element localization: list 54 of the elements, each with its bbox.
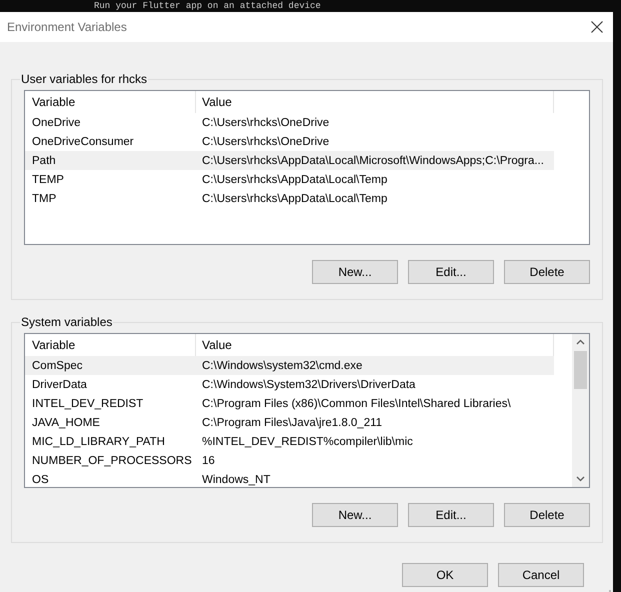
table-row[interactable]: TEMP C:\Users\rhcks\AppData\Local\Temp: [25, 170, 554, 189]
table-row[interactable]: MIC_LD_LIBRARY_PATH %INTEL_DEV_REDIST%compiler\lib\mic: [25, 432, 554, 451]
dialog-button[interactable]: OK: [402, 563, 488, 587]
dialog-button[interactable]: Delete: [504, 260, 590, 284]
table-cell-text: MIC_LD_LIBRARY_PATH: [31, 434, 166, 450]
table-row[interactable]: NUMBER_OF_PROCESSORS 16: [25, 451, 554, 470]
table-cell-text: JAVA_HOME: [31, 416, 101, 430]
column-header[interactable]: Variable: [25, 91, 195, 113]
table-cell-text: TMP: [31, 192, 58, 206]
table-cell-text: C:\Program Files (x86)\Common Files\Intel\Shared Libraries\: [201, 396, 512, 412]
table-row[interactable]: INTEL_DEV_REDIST C:\Program Files (x86)\Common Files\Intel\Shared Libraries\: [25, 394, 554, 413]
scrollbar[interactable]: [572, 334, 589, 487]
table-cell-text: 16: [201, 454, 216, 468]
table-row[interactable]: ComSpec C:\Windows\system32\cmd.exe: [25, 356, 554, 375]
table-cell-text: NUMBER_OF_PROCESSORS: [31, 454, 193, 468]
group-title: User variables for rhcks: [20, 72, 148, 86]
table-cell-text: C:\Windows\system32\cmd.exe: [201, 358, 364, 374]
table-cell-text: C:\Windows\System32\Drivers\DriverData: [201, 378, 416, 392]
close-icon[interactable]: [591, 21, 603, 33]
column-header[interactable]: Variable: [25, 334, 195, 356]
group-title: System variables: [20, 315, 114, 329]
dialog-button[interactable]: New...: [312, 260, 398, 284]
table-cell-text: TEMP: [31, 172, 65, 188]
table-cell-text: OS: [31, 472, 50, 487]
table-row[interactable]: OneDrive C:\Users\rhcks\OneDrive: [25, 113, 554, 132]
table-cell-text: C:\Users\rhcks\AppData\Local\Temp: [201, 172, 388, 188]
table-row[interactable]: TMP C:\Users\rhcks\AppData\Local\Temp: [25, 189, 554, 208]
table-cell-text: INTEL_DEV_REDIST: [31, 396, 144, 412]
table-cell-text: OneDriveConsumer: [31, 134, 135, 150]
table-cell-text: OneDrive: [31, 116, 82, 130]
dialog-button[interactable]: Edit...: [408, 260, 494, 284]
table-row[interactable]: OneDriveConsumer C:\Users\rhcks\OneDrive: [25, 132, 554, 151]
scroll-thumb[interactable]: [574, 351, 587, 389]
table-cell-text: C:\Program Files\Java\jre1.8.0_211: [201, 416, 384, 430]
table-row[interactable]: OS Windows_NT: [25, 470, 554, 487]
table-cell-text: C:\Users\rhcks\OneDrive: [201, 134, 330, 150]
dialog-button[interactable]: Delete: [504, 503, 590, 527]
table-cell-text: DriverData: [31, 378, 88, 392]
table-row[interactable]: DriverData C:\Windows\System32\Drivers\DriverData: [25, 375, 554, 394]
terminal-text: Run your Flutter app on an attached device: [94, 0, 321, 12]
table-cell-text: ComSpec: [31, 358, 84, 374]
dialog-button[interactable]: Edit...: [408, 503, 494, 527]
table-row[interactable]: JAVA_HOME C:\Program Files\Java\jre1.8.0_211: [25, 413, 554, 432]
window-title: Environment Variables: [7, 20, 127, 34]
table-cell-text: C:\Users\rhcks\AppData\Local\Microsoft\WindowsApps;C:\Progra...: [201, 154, 545, 168]
dialog-button[interactable]: New...: [312, 503, 398, 527]
column-header[interactable]: Value: [195, 91, 553, 113]
table-cell-text: %INTEL_DEV_REDIST%compiler\lib\mic: [201, 434, 414, 450]
table-cell-text: C:\Users\rhcks\OneDrive: [201, 116, 330, 130]
dialog-button[interactable]: Cancel: [498, 563, 584, 587]
table-cell-text: C:\Users\rhcks\AppData\Local\Temp: [201, 192, 388, 206]
table-row[interactable]: Path C:\Users\rhcks\AppData\Local\Microsoft\WindowsApps;C:\Progra...: [25, 151, 554, 170]
table-cell-text: Path: [31, 154, 57, 168]
table-cell-text: Windows_NT: [201, 472, 272, 487]
